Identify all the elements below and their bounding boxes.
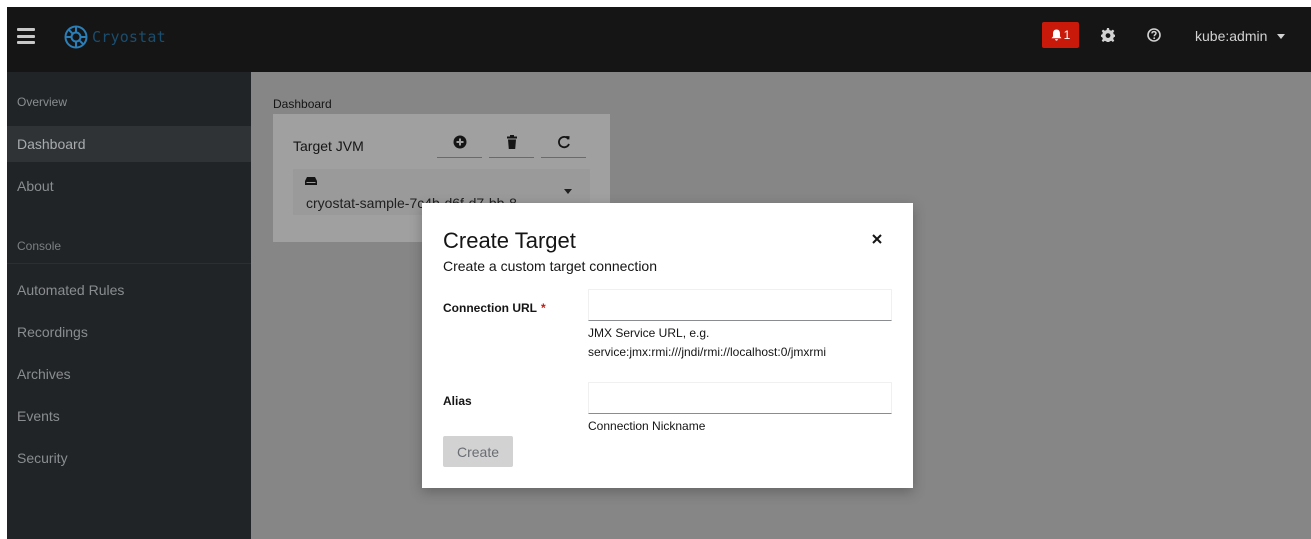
create-button[interactable]: Create <box>443 436 513 467</box>
alias-helper: Connection Nickname <box>588 419 706 433</box>
modal-title: Create Target <box>443 228 576 253</box>
connection-url-label-text: Connection URL <box>443 301 537 315</box>
sidebar-item-automated-rules[interactable]: Automated Rules <box>7 272 251 308</box>
brand-name: Cryostat <box>92 28 166 46</box>
modal-description: Create a custom target connection <box>443 258 658 274</box>
sidebar-item-dashboard[interactable]: Dashboard <box>7 126 251 162</box>
card-title: Target JVM <box>293 138 364 154</box>
sidebar-divider <box>7 263 251 264</box>
sidebar-item-overview[interactable]: Overview <box>7 84 251 120</box>
sidebar-item-label: Archives <box>17 366 71 382</box>
connection-url-helper: JMX Service URL, e.g. service:jmx:rmi://… <box>588 324 826 362</box>
sidebar-item-label: Recordings <box>17 324 88 340</box>
alias-input[interactable] <box>588 382 892 414</box>
delete-target-button[interactable] <box>489 126 534 158</box>
sidebar-item-label: Automated Rules <box>17 282 125 298</box>
masthead: Cryostat 1 kube:admin <box>7 7 1311 72</box>
required-marker: * <box>541 301 546 315</box>
notifications-button[interactable]: 1 <box>1042 22 1079 48</box>
brand[interactable]: Cryostat <box>64 25 166 49</box>
sidebar-item-label: Overview <box>17 95 68 109</box>
refresh-targets-button[interactable] <box>541 126 586 158</box>
sidebar-item-label: Dashboard <box>17 136 86 152</box>
help-icon[interactable] <box>1147 28 1161 42</box>
close-icon[interactable] <box>871 233 883 245</box>
server-icon <box>305 177 317 185</box>
sidebar-item-about[interactable]: About <box>7 168 251 204</box>
create-target-modal: Create Target Create a custom target con… <box>422 203 913 488</box>
alias-label: Alias <box>443 394 472 408</box>
sidebar-item-label: About <box>17 178 54 194</box>
plus-circle-icon <box>453 135 466 148</box>
breadcrumb: Dashboard <box>273 97 332 111</box>
username: kube:admin <box>1195 28 1268 44</box>
sidebar-item-events[interactable]: Events <box>7 398 251 434</box>
notification-count: 1 <box>1063 28 1071 42</box>
sidebar-item-label: Events <box>17 408 60 424</box>
chevron-down-icon <box>564 189 572 194</box>
settings-gear-icon[interactable] <box>1101 28 1115 42</box>
sidebar-item-recordings[interactable]: Recordings <box>7 314 251 350</box>
sidebar-nav: Overview Dashboard About Console Automat… <box>7 72 251 539</box>
add-target-button[interactable] <box>437 126 482 158</box>
connection-url-helper-line2: service:jmx:rmi:///jndi/rmi://localhost:… <box>588 345 827 359</box>
sidebar-section-console: Console <box>17 239 62 253</box>
hamburger-menu-icon[interactable] <box>17 28 35 44</box>
connection-url-label: Connection URL * <box>443 301 546 315</box>
chevron-down-icon <box>1277 33 1286 39</box>
refresh-icon <box>557 135 570 148</box>
sidebar-item-label: Security <box>17 450 68 466</box>
user-menu-toggle[interactable]: kube:admin <box>1195 28 1286 44</box>
app-window: Cryostat 1 kube:admin Overview Dashboard… <box>7 7 1311 539</box>
sidebar-item-archives[interactable]: Archives <box>7 356 251 392</box>
connection-url-helper-line1: JMX Service URL, e.g. <box>588 326 710 340</box>
bell-icon <box>1051 29 1062 41</box>
trash-icon <box>506 134 517 149</box>
cryostat-logo-icon <box>64 25 88 49</box>
sidebar-item-security[interactable]: Security <box>7 440 251 476</box>
connection-url-input[interactable] <box>588 289 892 321</box>
